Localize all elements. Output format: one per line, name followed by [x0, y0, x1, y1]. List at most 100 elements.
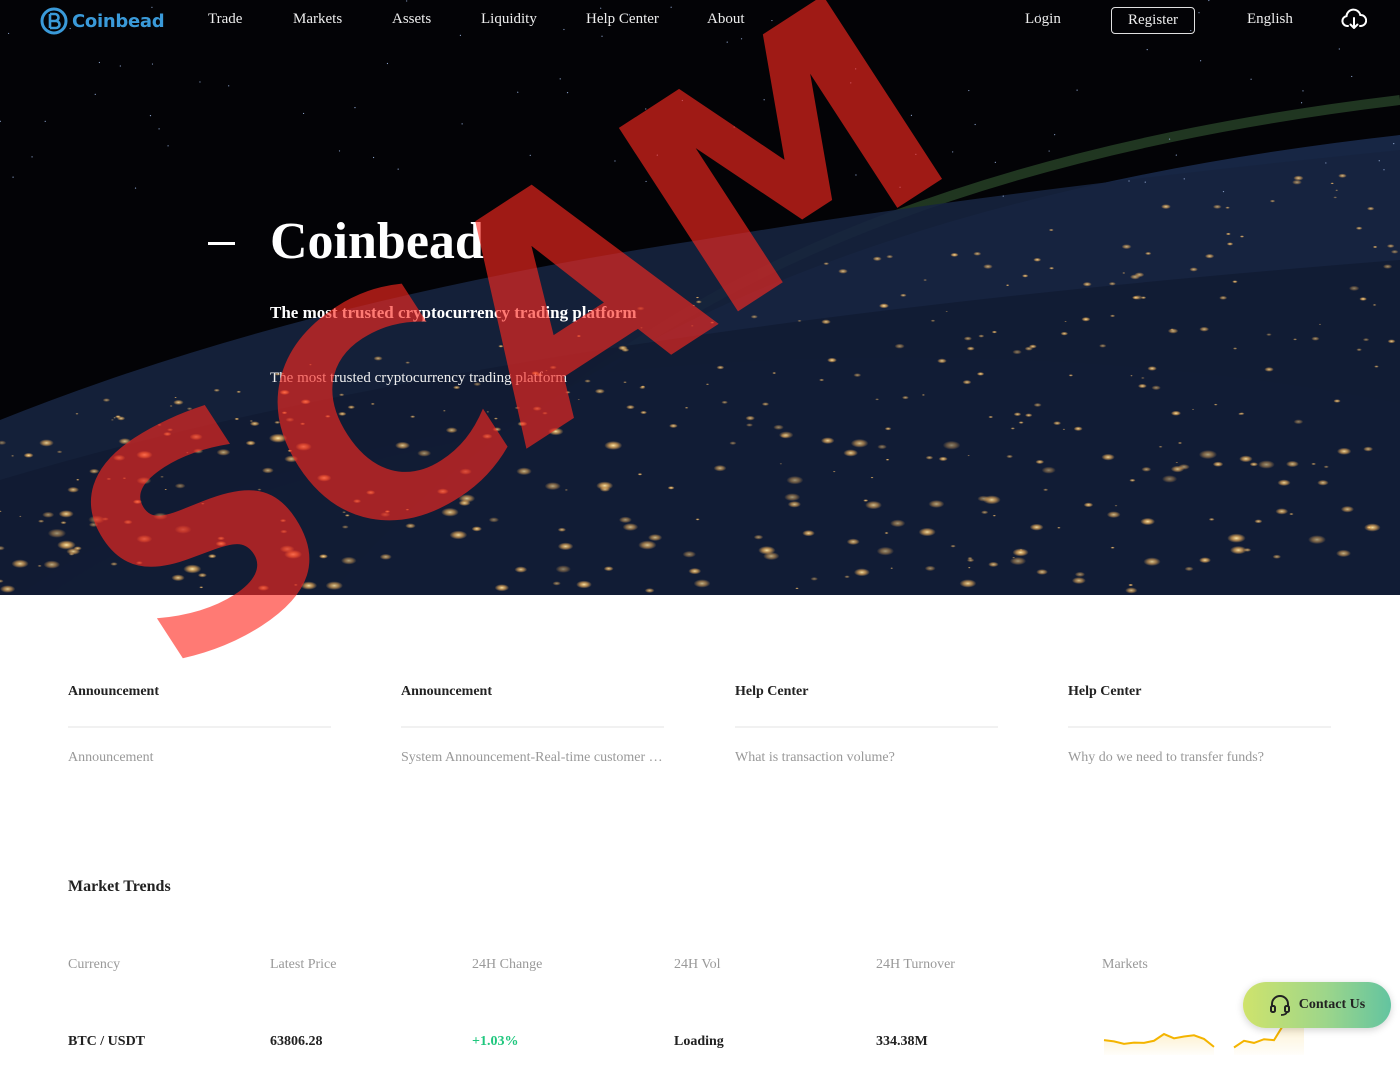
star: [915, 153, 917, 155]
city-light: [514, 406, 521, 410]
city-light: [280, 529, 288, 534]
star: [338, 150, 341, 152]
city-light: [991, 330, 998, 334]
notice-item[interactable]: Why do we need to transfer funds?: [1068, 750, 1331, 766]
brand-logo[interactable]: Coinbead: [40, 7, 165, 35]
notice-item[interactable]: System Announcement-Real-time customer s…: [401, 750, 664, 766]
city-light: [753, 534, 764, 540]
notice-title[interactable]: Help Center: [735, 684, 998, 704]
city-light: [57, 540, 76, 550]
city-light: [1366, 526, 1373, 529]
star: [1300, 102, 1303, 104]
city-light: [853, 568, 870, 577]
star: [1076, 89, 1078, 91]
city-light: [493, 417, 498, 420]
notice-title[interactable]: Announcement: [401, 684, 664, 704]
city-light: [1024, 413, 1033, 418]
city-light: [1010, 427, 1016, 430]
city-light: [1232, 280, 1238, 284]
notice-title[interactable]: Help Center: [1068, 684, 1331, 704]
nav-markets[interactable]: Markets: [293, 11, 342, 28]
star: [1351, 75, 1353, 78]
city-light: [1363, 446, 1374, 452]
city-light: [110, 419, 114, 421]
city-light: [517, 421, 528, 427]
contact-us-button[interactable]: Contact Us: [1243, 982, 1391, 1028]
cloud-download-icon[interactable]: [1341, 8, 1367, 32]
city-light: [1311, 462, 1317, 466]
city-light: [106, 477, 112, 481]
city-light: [973, 251, 982, 256]
nav-about[interactable]: About: [707, 11, 745, 28]
notice-item[interactable]: What is transaction volume?: [735, 750, 998, 766]
city-light: [1041, 466, 1056, 474]
city-light: [395, 441, 410, 450]
notice-item[interactable]: Announcement: [68, 750, 331, 766]
city-light: [1106, 511, 1121, 519]
city-light: [1232, 347, 1238, 350]
city-light: [445, 427, 458, 434]
city-light: [890, 567, 894, 569]
city-light: [186, 407, 193, 411]
star: [1338, 48, 1340, 50]
city-light: [1293, 338, 1298, 341]
city-light: [136, 450, 153, 459]
city-light: [966, 558, 975, 563]
city-light: [370, 402, 375, 405]
city-light: [1239, 235, 1245, 238]
city-light: [1147, 366, 1157, 371]
city-light: [778, 431, 794, 439]
nav-assets[interactable]: Assets: [392, 11, 431, 28]
nav-help-center[interactable]: Help Center: [586, 11, 659, 28]
city-light: [279, 389, 290, 395]
city-light: [308, 363, 312, 366]
city-light: [1081, 317, 1091, 322]
city-light: [183, 564, 202, 574]
city-light: [693, 579, 711, 588]
login-link[interactable]: Login: [1025, 11, 1061, 28]
register-button[interactable]: Register: [1111, 7, 1195, 34]
star: [199, 81, 201, 83]
city-light: [1348, 285, 1360, 291]
language-selector[interactable]: English: [1247, 11, 1293, 28]
city-light: [459, 468, 472, 475]
city-light: [160, 475, 164, 478]
city-light: [1289, 512, 1294, 516]
city-light: [669, 423, 678, 429]
city-light: [555, 565, 571, 573]
city-light: [549, 365, 557, 370]
nav-liquidity[interactable]: Liquidity: [481, 11, 537, 28]
city-light: [980, 510, 989, 515]
hero-description: The most trusted cryptocurrency trading …: [270, 370, 567, 386]
city-light: [890, 519, 906, 528]
city-light: [60, 521, 67, 525]
city-light: [604, 440, 623, 450]
nav-trade[interactable]: Trade: [208, 11, 242, 28]
city-light: [557, 542, 574, 551]
city-light: [695, 300, 702, 304]
city-light: [853, 373, 862, 378]
city-light: [695, 296, 700, 299]
city-light: [894, 343, 905, 349]
city-light: [295, 442, 312, 451]
notice-title[interactable]: Announcement: [68, 684, 331, 704]
city-light: [1068, 374, 1074, 377]
city-light: [1129, 478, 1136, 482]
city-light: [1286, 460, 1299, 468]
city-light: [779, 463, 783, 465]
city-light: [710, 321, 715, 324]
city-light: [43, 560, 61, 569]
city-light: [823, 262, 830, 266]
city-light: [843, 449, 859, 457]
city-light: [1213, 403, 1218, 406]
city-light: [1266, 333, 1272, 336]
city-light: [352, 499, 362, 504]
city-light: [787, 501, 801, 508]
city-light: [67, 486, 80, 493]
city-light: [1130, 375, 1133, 377]
city-light: [876, 546, 894, 556]
city-light: [122, 477, 127, 480]
city-light: [921, 394, 925, 396]
city-light: [279, 519, 287, 523]
city-light: [577, 398, 581, 401]
